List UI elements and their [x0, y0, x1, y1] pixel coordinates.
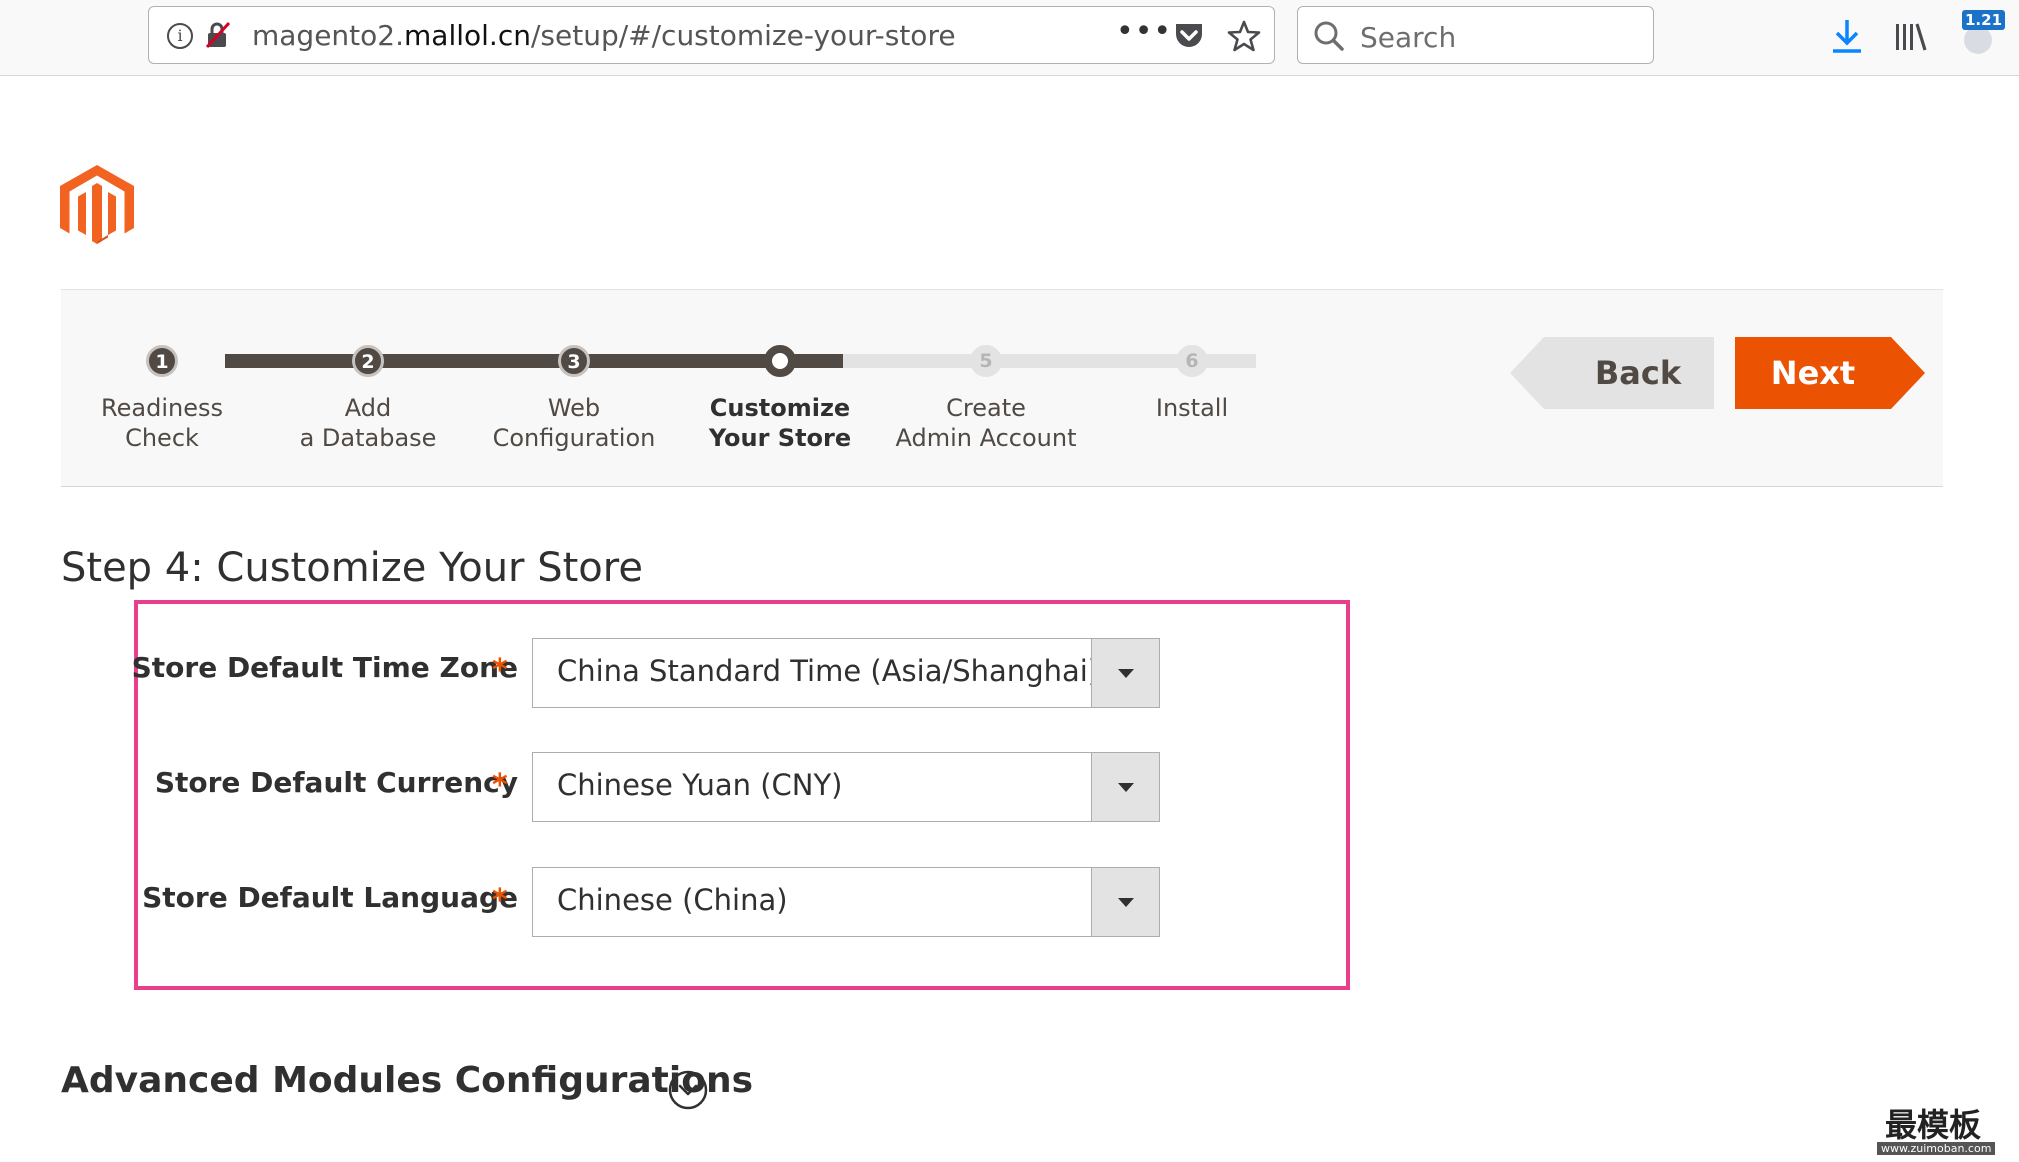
extension-icon[interactable]: 1.21 — [1960, 10, 2006, 54]
url-path: /setup/#/customize-your-store — [530, 19, 956, 52]
back-button[interactable]: Back — [1510, 337, 1714, 409]
step-3-line2: Configuration — [492, 424, 656, 452]
step-4-line2: Your Store — [708, 424, 852, 452]
step-3-number: 3 — [567, 351, 581, 373]
chevron-down-circle-icon[interactable] — [668, 1070, 708, 1110]
currency-select[interactable]: Chinese Yuan (CNY) — [532, 752, 1160, 822]
watermark: 最模板 www.zuimoban.com — [1877, 1100, 2007, 1158]
language-required-mark: * — [492, 883, 508, 918]
search-input[interactable]: Search — [1360, 21, 1456, 54]
search-bar[interactable]: Search — [1297, 6, 1654, 64]
step-2-line2: a Database — [299, 424, 437, 452]
step-6-line1: Install — [1155, 394, 1229, 422]
currency-value: Chinese Yuan (CNY) — [557, 768, 843, 802]
url-text[interactable]: magento2.mallol.cn/setup/#/customize-you… — [252, 19, 956, 52]
step-3-line1: Web — [547, 394, 601, 422]
pocket-icon[interactable] — [1173, 21, 1205, 51]
advanced-modules-title[interactable]: Advanced Modules Configurations — [61, 1060, 753, 1101]
url-bar[interactable]: i magento2.mallol.cn/setup/#/customize-y… — [148, 6, 1275, 64]
step-4-line1: Customize — [709, 394, 851, 422]
step-4-marker — [764, 345, 796, 377]
more-icon[interactable]: ••• — [1116, 14, 1172, 49]
timezone-select[interactable]: China Standard Time (Asia/Shanghai) — [532, 638, 1160, 708]
step-2-line1: Add — [344, 394, 392, 422]
page-title: Step 4: Customize Your Store — [61, 545, 643, 591]
language-dropdown-arrow-icon[interactable] — [1091, 868, 1159, 936]
step-1-number: 1 — [155, 351, 169, 373]
library-icon[interactable] — [1894, 20, 1928, 52]
timezone-value: China Standard Time (Asia/Shanghai) — [557, 654, 1100, 688]
watermark-text: 最模板 — [1885, 1106, 1982, 1144]
step-5-label: Create Admin Account — [886, 393, 1086, 453]
step-6-label: Install — [1092, 393, 1292, 423]
extension-circle — [1964, 26, 1992, 54]
step-4-label: Customize Your Store — [680, 393, 880, 453]
search-icon — [1314, 21, 1344, 51]
language-select[interactable]: Chinese (China) — [532, 867, 1160, 937]
step-2-marker: 2 — [352, 345, 384, 377]
extension-badge: 1.21 — [1962, 10, 2006, 30]
step-5-line1: Create — [946, 394, 1026, 422]
step-5-marker: 5 — [970, 345, 1002, 377]
step-2-label: Add a Database — [268, 393, 468, 453]
step-6-number: 6 — [1185, 350, 1199, 372]
currency-label: Store Default Currency — [154, 766, 518, 799]
step-2-number: 2 — [361, 351, 375, 373]
timezone-dropdown-arrow-icon[interactable] — [1091, 639, 1159, 707]
browser-toolbar: i magento2.mallol.cn/setup/#/customize-y… — [0, 0, 2019, 76]
currency-required-mark: * — [492, 768, 508, 803]
timezone-required-mark: * — [492, 653, 508, 688]
step-5-number: 5 — [979, 350, 993, 372]
bookmark-star-icon[interactable] — [1227, 19, 1261, 53]
next-button[interactable]: Next — [1735, 337, 1925, 409]
insecure-lock-icon[interactable] — [205, 21, 231, 49]
step-1-line2: Check — [125, 424, 199, 452]
language-value: Chinese (China) — [557, 883, 788, 917]
magento-logo — [60, 165, 134, 244]
wizard-nav: 1 2 3 5 6 Readiness Check Add a Database W… — [61, 289, 1943, 487]
currency-dropdown-arrow-icon[interactable] — [1091, 753, 1159, 821]
watermark-url: www.zuimoban.com — [1877, 1142, 1996, 1155]
download-icon[interactable] — [1830, 18, 1864, 54]
timezone-label: Store Default Time Zone — [131, 651, 518, 684]
language-label: Store Default Language — [142, 881, 518, 914]
step-1-line1: Readiness — [101, 394, 223, 422]
step-5-line2: Admin Account — [895, 424, 1077, 452]
step-1-marker: 1 — [146, 345, 178, 377]
step-3-label: Web Configuration — [474, 393, 674, 453]
step-3-marker: 3 — [558, 345, 590, 377]
url-host: mallol.cn — [404, 19, 531, 52]
step-1-label: Readiness Check — [62, 393, 262, 453]
progress-bar-complete — [225, 354, 843, 368]
info-icon[interactable]: i — [167, 23, 193, 49]
url-prefix: magento2. — [252, 19, 405, 52]
step-6-marker: 6 — [1176, 345, 1208, 377]
